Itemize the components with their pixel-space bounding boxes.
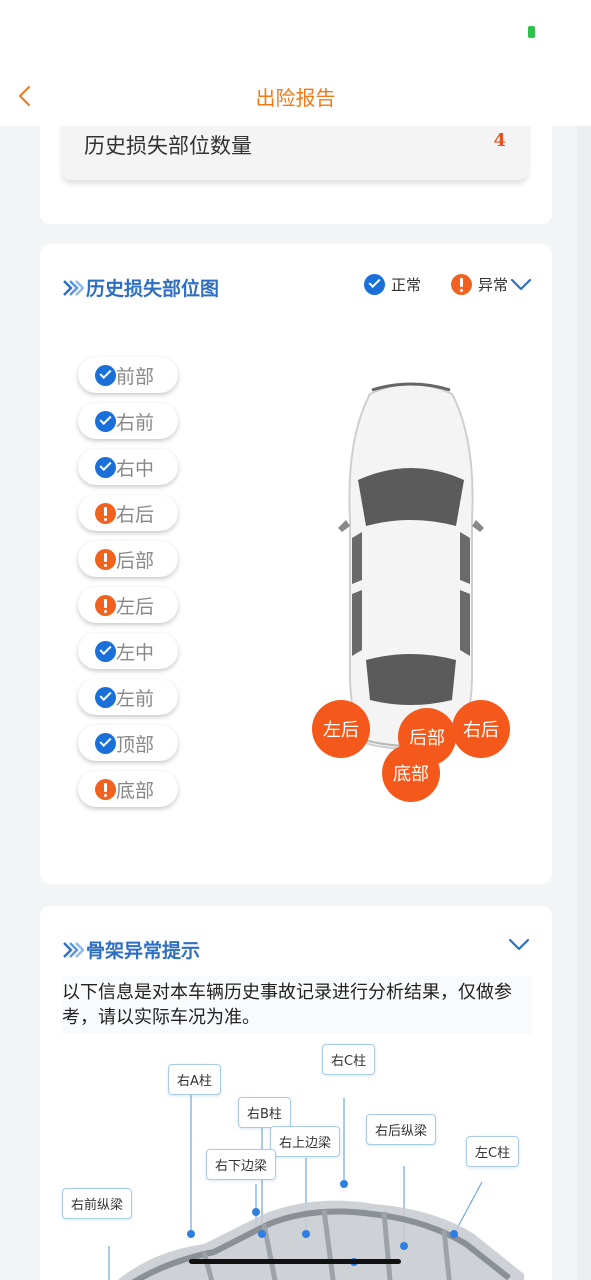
frame-label: 左C柱: [466, 1136, 520, 1167]
home-indicator: [189, 1259, 401, 1264]
frame-diagram: 右A柱 右C柱 右B柱 右后纵梁 右上边梁 右下边梁 左C柱 右前纵梁: [54, 1034, 544, 1280]
frame-label: 右上边梁: [270, 1126, 341, 1157]
chevron-down-icon[interactable]: [510, 278, 532, 292]
battery-icon: [528, 26, 535, 38]
damage-count-value: 4: [493, 130, 506, 151]
part-pill[interactable]: 左后: [78, 587, 178, 623]
frame-anomaly-title: 骨架异常提示: [86, 940, 201, 962]
part-label: 右前: [116, 411, 155, 434]
check-circle-icon: [95, 686, 116, 708]
summary-card: 历史损失部位数量 4: [40, 126, 552, 224]
nav-bar: 出险报告: [0, 66, 591, 126]
legend: 正常 异常: [363, 274, 532, 295]
part-pill[interactable]: 右前: [78, 403, 178, 439]
part-label: 后部: [116, 549, 155, 572]
part-pill[interactable]: 底部: [78, 771, 178, 807]
frame-label: 右后纵梁: [366, 1114, 437, 1145]
damage-map-card: 历史损失部位图 正常 异常 前部 右前 右中 右后 后部 左后 左中 左前 顶部…: [40, 244, 552, 884]
frame-label: 右前纵梁: [62, 1188, 133, 1219]
part-label: 底部: [116, 779, 155, 802]
frame-note: 以下信息是对本车辆历史事故记录进行分析结果，仅做参考，请以实际车况为准。: [62, 976, 532, 1034]
exclamation-circle-icon: [95, 594, 116, 616]
frame-anomaly-header: 骨架异常提示: [62, 936, 200, 963]
part-pill[interactable]: 左前: [78, 679, 178, 715]
frame-anomaly-card: 骨架异常提示 以下信息是对本车辆历史事故记录进行分析结果，仅做参考，请以实际车况…: [40, 906, 552, 1280]
part-pill[interactable]: 顶部: [78, 725, 178, 761]
part-pill[interactable]: 后部: [78, 541, 178, 577]
damage-map-header: 历史损失部位图: [62, 274, 219, 301]
part-label: 右中: [116, 457, 155, 480]
page-title: 出险报告: [255, 86, 336, 110]
exclamation-circle-icon: [95, 502, 116, 524]
part-label: 前部: [116, 365, 155, 388]
check-circle-icon: [95, 640, 116, 662]
exclamation-circle-icon: [95, 778, 116, 800]
check-circle-icon: [95, 456, 116, 478]
damage-marker[interactable]: 右后: [452, 700, 510, 758]
part-pill[interactable]: 左中: [78, 633, 178, 669]
damage-count-row: 历史损失部位数量 4: [62, 126, 528, 180]
part-label: 顶部: [116, 733, 155, 756]
part-pill[interactable]: 右中: [78, 449, 178, 485]
scrollbar[interactable]: [577, 126, 591, 1280]
legend-normal-label: 正常: [390, 276, 421, 294]
check-circle-icon: [95, 364, 116, 386]
report-content[interactable]: 历史损失部位数量 4 历史损失部位图 正常 异常 前部 右前 右中 右后 后部 …: [0, 126, 591, 1280]
damage-marker[interactable]: 底部: [382, 744, 440, 802]
frame-label: 右B柱: [238, 1097, 291, 1128]
status-bar: [0, 0, 591, 66]
exclamation-circle-icon: [95, 548, 116, 570]
part-label: 右后: [116, 503, 155, 526]
frame-label: 右C柱: [322, 1044, 376, 1075]
check-circle-icon: [95, 410, 116, 432]
check-circle-icon: [95, 732, 116, 754]
chevron-down-icon[interactable]: [508, 938, 530, 952]
car-top-view-image: [338, 382, 484, 750]
damage-marker[interactable]: 左后: [312, 700, 370, 758]
frame-label: 右下边梁: [206, 1149, 277, 1180]
check-circle-icon: [363, 274, 385, 295]
part-pill[interactable]: 右后: [78, 495, 178, 531]
part-label: 左前: [116, 687, 155, 710]
frame-label: 右A柱: [168, 1064, 221, 1095]
damage-count-label: 历史损失部位数量: [84, 134, 252, 158]
double-chevron-right-icon: [63, 941, 84, 958]
double-chevron-right-icon: [63, 279, 84, 296]
part-label: 左中: [116, 641, 155, 664]
part-label: 左后: [116, 595, 155, 618]
exclamation-circle-icon: [450, 274, 472, 295]
part-pill[interactable]: 前部: [78, 357, 178, 393]
legend-abnormal-label: 异常: [477, 276, 508, 294]
damage-map-title: 历史损失部位图: [86, 278, 220, 300]
